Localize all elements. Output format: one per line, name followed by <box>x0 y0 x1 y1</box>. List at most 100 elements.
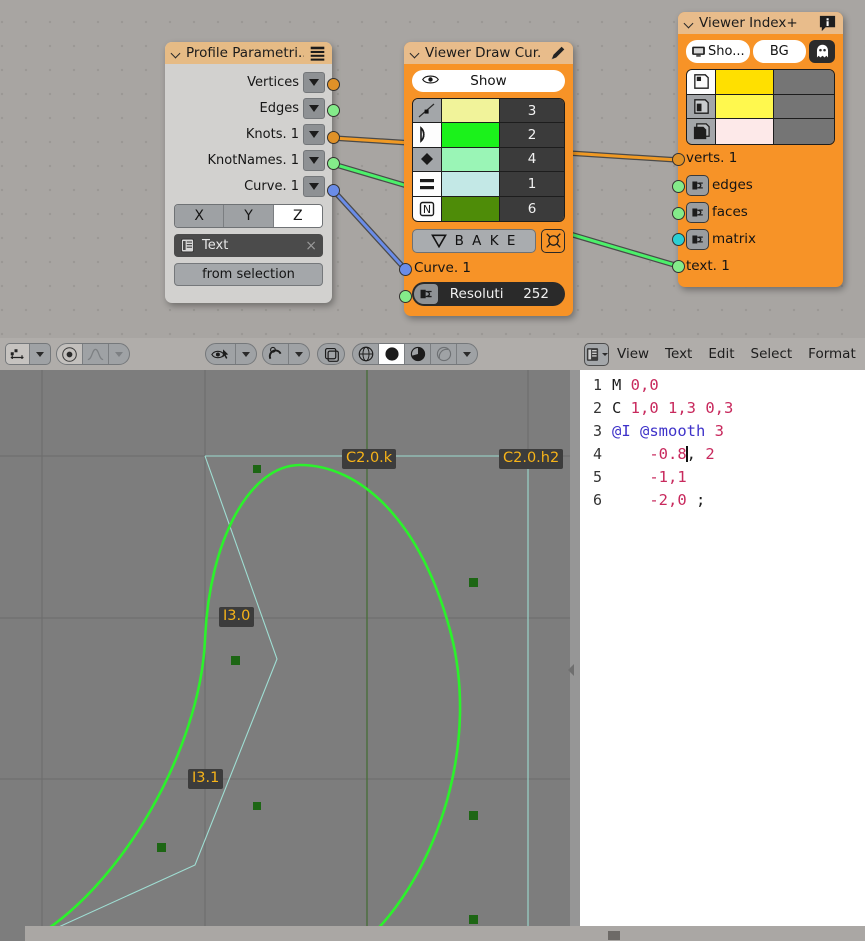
wireframe-sphere-icon[interactable] <box>353 344 379 364</box>
code-line[interactable]: C 1,0 1,3 0,3 <box>612 397 865 420</box>
socket-knotnames-out[interactable] <box>327 157 340 170</box>
viewport-canvas[interactable]: C2.0.k C2.0.h2 I3.0 I3.1 I3.2 M.1 C2.0.h… <box>0 370 580 941</box>
socket-vdc-resolution-in[interactable] <box>399 290 412 303</box>
diamond-icon[interactable] <box>413 147 442 172</box>
code-line[interactable]: -2,0 ; <box>612 489 865 512</box>
mesh-circle-icon[interactable] <box>541 228 565 253</box>
node-header-viewer-draw-curve[interactable]: Viewer Draw Cur. <box>404 42 573 64</box>
curve-arc-icon[interactable] <box>413 123 442 147</box>
swatch-row[interactable]: 3 <box>413 99 564 124</box>
socket-vi-verts-in[interactable] <box>672 153 685 166</box>
snap-magnet-icon[interactable] <box>263 344 289 364</box>
index-color-primary[interactable] <box>716 70 774 94</box>
text-datablock-field[interactable]: Text × <box>174 234 323 257</box>
menu-edit[interactable]: Edit <box>700 346 742 362</box>
node-profile-parametric[interactable]: Profile Parametri... Vertices Edges Knot… <box>165 42 332 303</box>
plug-icon[interactable] <box>686 174 709 196</box>
vertex-dot-icon[interactable] <box>413 99 442 123</box>
resolution-value[interactable]: 252 <box>523 286 565 302</box>
visibility-group[interactable] <box>205 343 257 365</box>
index-color-row[interactable] <box>687 94 834 120</box>
chevron-down-icon[interactable] <box>289 351 309 357</box>
swatch-row[interactable]: N 6 <box>413 196 564 221</box>
rendered-sphere-icon[interactable] <box>431 344 457 364</box>
socket-vi-text-in[interactable] <box>672 260 685 273</box>
swatch-color[interactable] <box>442 147 500 172</box>
socket-vi-matrix-in[interactable] <box>672 233 685 246</box>
from-selection-button[interactable]: from selection <box>174 263 323 286</box>
index-color-primary[interactable] <box>716 119 774 144</box>
vertices-dropdown[interactable] <box>303 71 325 93</box>
curve-dropdown[interactable] <box>303 175 325 197</box>
index-color-row[interactable] <box>687 70 834 95</box>
material-sphere-icon[interactable] <box>405 344 431 364</box>
node-viewer-draw-curve[interactable]: Viewer Draw Cur. Show 3 2 4 1 N 6 B A K … <box>404 42 573 316</box>
swatch-count[interactable]: 1 <box>500 172 564 196</box>
swatch-color[interactable] <box>442 196 500 221</box>
index-color-primary[interactable] <box>716 94 774 119</box>
letter-n-icon[interactable]: N <box>413 196 442 221</box>
page-front-icon[interactable] <box>687 70 716 94</box>
socket-vdc-curve-in[interactable] <box>399 263 412 276</box>
input-edges[interactable]: edges <box>686 172 837 199</box>
bake-button[interactable]: B A K E <box>412 228 536 253</box>
resolution-field[interactable]: Resoluti 252 <box>412 281 565 306</box>
editor-type-group[interactable] <box>5 343 51 365</box>
node-viewer-index-plus[interactable]: Viewer Index+ Sho... BG verts. 1 edges f… <box>678 12 843 287</box>
code-line[interactable]: @I @smooth 3 <box>612 420 865 443</box>
proportional-edit-group[interactable] <box>56 343 130 365</box>
code-line[interactable]: M 0,0 <box>612 374 865 397</box>
row-knots[interactable]: Knots. 1 <box>171 121 326 147</box>
knotnames-dropdown[interactable] <box>303 149 325 171</box>
edges-bars-icon[interactable] <box>413 172 442 196</box>
menu-select[interactable]: Select <box>743 346 801 362</box>
viewport-sidebar-handle[interactable] <box>570 370 580 941</box>
dot-circle-icon[interactable] <box>57 344 83 364</box>
index-color-row[interactable] <box>687 119 834 144</box>
socket-vi-edges-in[interactable] <box>672 180 685 193</box>
row-vertices[interactable]: Vertices <box>171 69 326 95</box>
swatch-row[interactable]: 4 <box>413 147 564 173</box>
collapse-chevron-icon[interactable] <box>685 19 694 28</box>
swatch-count[interactable]: 3 <box>500 99 564 123</box>
swatch-count[interactable]: 6 <box>500 196 564 221</box>
clear-text-icon[interactable]: × <box>305 238 317 254</box>
axis-option-x[interactable]: X <box>175 205 225 227</box>
menu-view[interactable]: View <box>609 346 657 362</box>
node-editor-area[interactable]: Profile Parametri... Vertices Edges Knot… <box>0 0 865 338</box>
axis-option-z[interactable]: Z <box>273 205 322 227</box>
node-header-profile[interactable]: Profile Parametri... <box>165 42 332 64</box>
show-button[interactable]: Sho... <box>686 40 750 63</box>
ghost-icon[interactable] <box>809 40 835 63</box>
input-text[interactable]: text. 1 <box>686 253 837 280</box>
row-edges[interactable]: Edges <box>171 95 326 121</box>
snap-group[interactable] <box>262 343 310 365</box>
row-knotnames[interactable]: KnotNames. 1 <box>171 147 326 173</box>
socket-knots-out[interactable] <box>327 131 340 144</box>
knots-dropdown[interactable] <box>303 123 325 145</box>
overlay-sphere-icon[interactable] <box>318 344 344 364</box>
chevron-down-icon[interactable] <box>236 351 256 357</box>
socket-curve-out[interactable] <box>327 184 340 197</box>
overlays-group[interactable] <box>317 343 345 365</box>
bg-button[interactable]: BG <box>752 40 806 63</box>
chevron-down-icon[interactable] <box>109 351 129 357</box>
plug-icon[interactable] <box>686 201 709 223</box>
chevron-down-icon[interactable] <box>457 351 477 357</box>
text-editor-body[interactable]: 1 2 3 4 5 6 M 0,0 C 1,0 1,3 0,3 @I @smooth… <box>580 370 865 941</box>
shading-group[interactable] <box>352 343 478 365</box>
code-area[interactable]: M 0,0 C 1,0 1,3 0,3 @I @smooth 3 -0.8, 2 -… <box>608 374 865 941</box>
menu-text[interactable]: Text <box>657 346 700 362</box>
socket-edges-out[interactable] <box>327 104 340 117</box>
page-mid-icon[interactable] <box>687 94 716 119</box>
socket-vi-faces-in[interactable] <box>672 207 685 220</box>
swatch-row[interactable]: 2 <box>413 123 564 148</box>
input-verts[interactable]: verts. 1 <box>686 145 837 172</box>
chevron-down-icon[interactable] <box>30 351 50 357</box>
falloff-curve-icon[interactable] <box>83 344 109 364</box>
code-line[interactable]: -1,1 <box>612 466 865 489</box>
node-editor-icon[interactable] <box>6 344 30 364</box>
socket-vertices-out[interactable] <box>327 78 340 91</box>
cursor-eye-icon[interactable] <box>206 344 236 364</box>
collapse-chevron-icon[interactable] <box>172 49 181 58</box>
